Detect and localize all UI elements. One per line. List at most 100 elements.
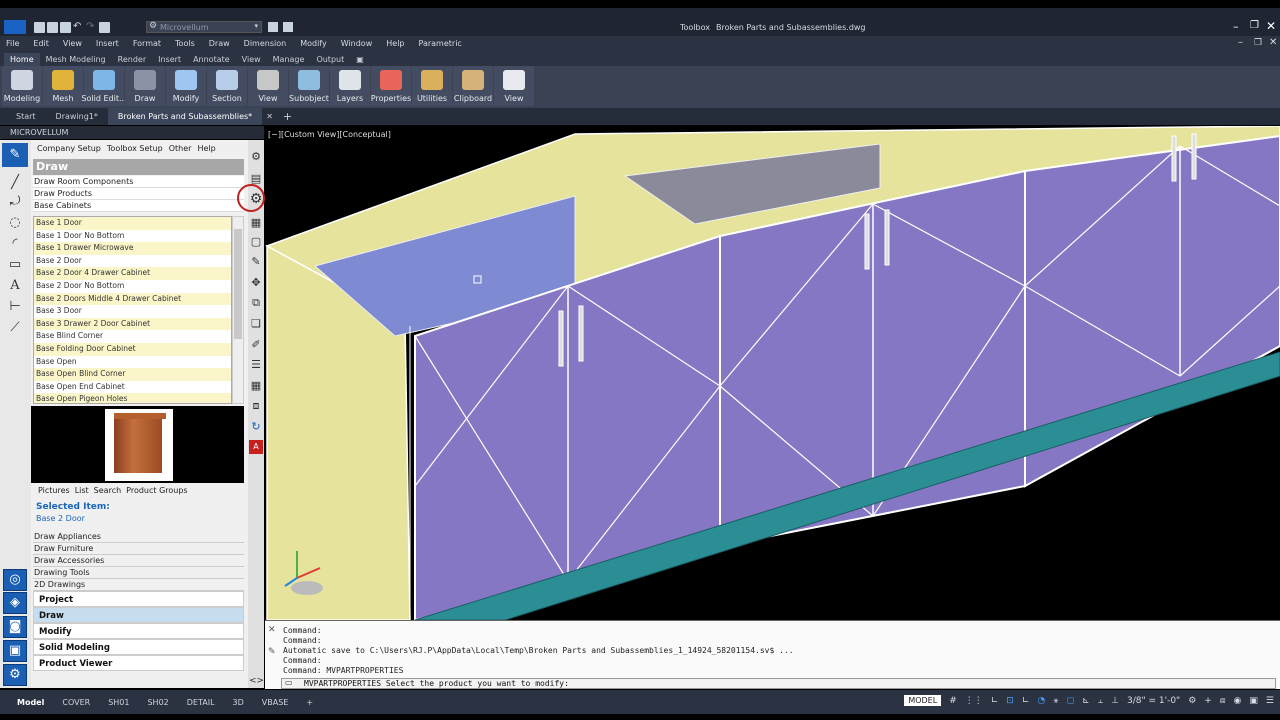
menu-company-setup[interactable]: Company Setup <box>37 144 101 158</box>
ribbon-button[interactable]: Mesh <box>43 66 83 106</box>
plot-icon[interactable] <box>283 22 293 32</box>
menu-item[interactable]: Parametric <box>419 39 462 48</box>
nav-settings-icon[interactable]: ⚙ <box>3 664 27 686</box>
product-list-item[interactable]: Base 3 Drawer 2 Door Cabinet <box>34 317 231 331</box>
ribbon-tab[interactable]: Render <box>112 53 152 66</box>
ribbon-button[interactable]: Layers <box>330 66 370 106</box>
scale-dropdown[interactable]: 3/8" = 1'-0" <box>1127 696 1180 706</box>
settings-small-icon[interactable]: ⚙ <box>249 150 263 164</box>
tab-product-groups[interactable]: Product Groups <box>126 486 187 495</box>
menu-item[interactable]: View <box>63 39 82 48</box>
product-list-item[interactable]: Base Open End Cabinet <box>34 381 231 394</box>
viewport-label[interactable]: [−][Custom View][Conceptual] <box>268 130 391 139</box>
ribbon-button[interactable]: Section <box>207 66 247 106</box>
ribbon-tab[interactable]: Home <box>4 52 40 66</box>
menu-item[interactable]: Dimension <box>244 39 287 48</box>
annotation-visibility-icon[interactable]: ⫠ <box>1098 696 1103 706</box>
dimension-icon[interactable]: ⊢ <box>5 299 25 315</box>
dynamic-input-icon[interactable]: ⊡ <box>1006 696 1014 706</box>
layout-tab[interactable]: SH01 <box>99 698 138 707</box>
tab-start[interactable]: Start <box>6 108 46 125</box>
product-list-item[interactable]: Base Open Pigeon Holes <box>34 393 231 403</box>
ribbon-button[interactable]: Subobject <box>289 66 329 106</box>
ribbon-button[interactable]: Clipboard <box>453 66 493 106</box>
ribbon-button[interactable]: Modify <box>166 66 206 106</box>
arc-icon[interactable]: ◜ <box>5 236 25 252</box>
menu-item[interactable]: Insert <box>96 39 119 48</box>
product-list-item[interactable]: Base 2 Door 4 Drawer Cabinet <box>34 267 231 280</box>
grid-toggle-icon[interactable]: # <box>949 696 957 706</box>
plus-icon[interactable]: + <box>1204 696 1212 706</box>
close-icon[interactable]: ✕ <box>1266 19 1276 33</box>
ucs-toggle-icon[interactable]: ⊾ <box>1082 696 1090 706</box>
close-command-icon[interactable]: ✕ <box>268 625 276 635</box>
undo-icon[interactable]: ↶ <box>73 22 84 33</box>
workspace-dropdown[interactable]: ⚙ Microvellum ▾ <box>146 21 262 33</box>
product-list-item[interactable]: Base 1 Drawer Microwave <box>34 242 231 255</box>
ribbon-tab[interactable]: Manage <box>267 53 311 66</box>
move-icon[interactable]: ✥ <box>249 276 263 290</box>
snap-icon[interactable]: ⋮⋮ <box>965 696 983 706</box>
open-file-icon[interactable] <box>47 22 58 33</box>
tab-search[interactable]: Search <box>94 486 121 495</box>
redo-icon[interactable]: ↷ <box>86 22 97 33</box>
collapse-icon[interactable]: <> <box>249 674 264 688</box>
model-space-button[interactable]: MODEL <box>904 695 942 706</box>
menu-item[interactable]: Format <box>133 39 161 48</box>
tab-drawing1[interactable]: Drawing1* <box>46 108 108 125</box>
polyline-icon[interactable]: ⤾ <box>5 194 25 210</box>
paint-icon[interactable]: ✐ <box>249 338 263 352</box>
product-list-item[interactable]: Base Open <box>34 356 231 369</box>
app-logo-icon[interactable] <box>4 20 26 34</box>
accordion-item[interactable]: Solid Modeling <box>33 639 244 655</box>
ribbon-tab[interactable]: View <box>236 53 267 66</box>
ribbon-tab[interactable]: Insert <box>152 53 187 66</box>
ribbon-tab[interactable]: Annotate <box>187 53 236 66</box>
brush-icon[interactable]: ✎ <box>249 255 263 269</box>
grid-icon[interactable]: ▦ <box>249 216 263 230</box>
product-list-item[interactable]: Base Blind Corner <box>34 330 231 343</box>
product-list-item[interactable]: Base 2 Doors Middle 4 Drawer Cabinet <box>34 292 231 306</box>
accordion-item[interactable]: Project <box>33 591 244 607</box>
menu-toolbox-setup[interactable]: Toolbox Setup <box>107 144 163 158</box>
menu-item[interactable]: Tools <box>175 39 195 48</box>
product-list-item[interactable]: Base 2 Door No Bottom <box>34 280 231 293</box>
hardware-icon[interactable]: ◉ <box>1234 696 1242 706</box>
menu-item[interactable]: Help <box>386 39 404 48</box>
isolate-icon[interactable]: ⧈ <box>1220 696 1226 706</box>
pdf-icon[interactable]: A <box>249 440 263 454</box>
menu-item[interactable]: Draw <box>209 39 230 48</box>
nav-camera-icon[interactable]: ◙ <box>3 616 27 638</box>
menu-item[interactable]: Edit <box>33 39 49 48</box>
nav-truck-icon[interactable]: ▣ <box>3 640 27 662</box>
nav-row-base-cabinets[interactable]: Base Cabinets <box>33 200 244 212</box>
command-input[interactable]: MVPARTPROPERTIES Select the product you … <box>281 678 1276 689</box>
new-file-icon[interactable] <box>34 22 45 33</box>
product-list-item[interactable]: Base 2 Door <box>34 255 231 268</box>
layout-tab[interactable]: DETAIL <box>178 698 224 707</box>
isodraft-icon[interactable]: ⚹ <box>1053 696 1058 706</box>
draw-link[interactable]: Draw Appliances <box>33 531 244 543</box>
polar-icon[interactable]: ◔ <box>1037 696 1045 706</box>
customize-icon[interactable]: ☰ <box>1266 696 1274 706</box>
layout-tab[interactable]: VBASE <box>253 698 298 707</box>
new-tab-icon[interactable]: + <box>277 108 298 125</box>
table-icon[interactable]: ▦ <box>249 379 263 393</box>
ribbon-button[interactable]: Properties <box>371 66 411 106</box>
restore-icon[interactable]: ❐ <box>1250 20 1259 31</box>
nav-fingerprint-icon[interactable]: ◎ <box>3 569 27 591</box>
menu-item[interactable]: Window <box>341 39 373 48</box>
doc-restore-icon[interactable]: ❐ <box>1254 38 1262 48</box>
nav-cube-icon[interactable]: ◈ <box>3 592 27 614</box>
menu-item[interactable]: Modify <box>300 39 327 48</box>
drawing-viewport[interactable] <box>265 126 1280 620</box>
accordion-item[interactable]: Draw <box>33 607 244 623</box>
ribbon-button[interactable]: Utilities <box>412 66 452 106</box>
list-scrollbar[interactable] <box>232 216 244 404</box>
ribbon-button[interactable]: View <box>248 66 288 106</box>
infer-icon[interactable]: ∟ <box>991 696 999 706</box>
menu-item[interactable]: File <box>6 39 19 48</box>
accordion-item[interactable]: Product Viewer <box>33 655 244 671</box>
ribbon-button[interactable]: Draw <box>125 66 165 106</box>
layout-tab[interactable]: Model <box>8 698 53 707</box>
